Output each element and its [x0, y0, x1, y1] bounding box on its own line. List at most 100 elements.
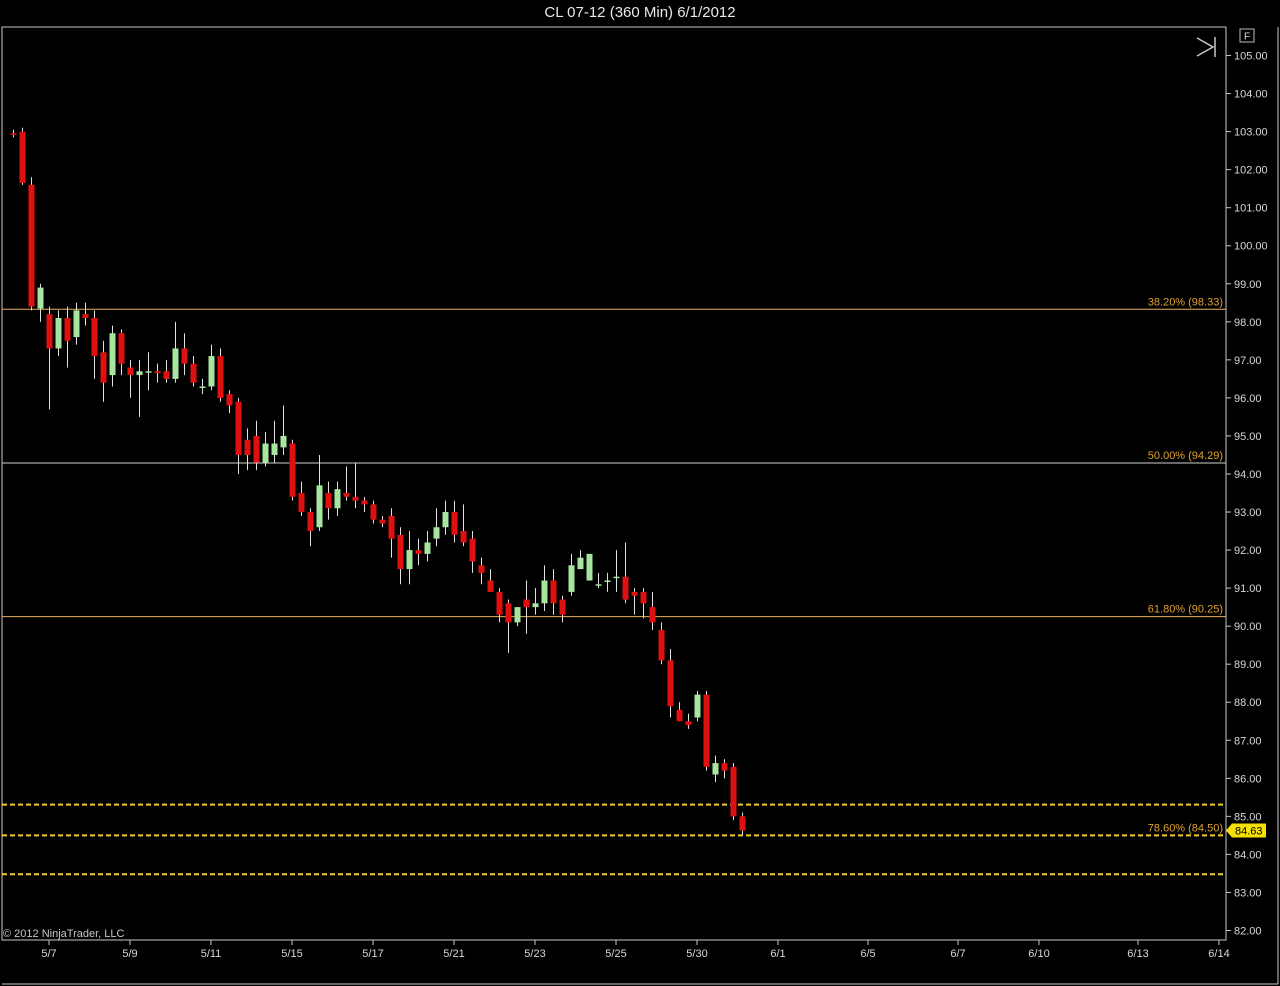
- play-forward-icon[interactable]: [1196, 37, 1216, 57]
- candle[interactable]: [343, 466, 350, 501]
- candle-body: [217, 356, 224, 398]
- candle[interactable]: [109, 325, 116, 387]
- x-tick-label: 5/11: [201, 948, 222, 960]
- candle[interactable]: [730, 763, 737, 821]
- candle[interactable]: [244, 428, 251, 471]
- candle[interactable]: [640, 588, 647, 619]
- candle[interactable]: [325, 481, 332, 520]
- candle[interactable]: [622, 542, 629, 604]
- candle[interactable]: [127, 359, 134, 398]
- candle[interactable]: [595, 572, 602, 589]
- candle[interactable]: [649, 591, 656, 630]
- candle[interactable]: [199, 378, 206, 395]
- candle[interactable]: [10, 129, 17, 138]
- candle[interactable]: [586, 553, 593, 581]
- candle[interactable]: [478, 557, 485, 585]
- candle[interactable]: [262, 432, 269, 467]
- candle[interactable]: [514, 607, 521, 627]
- candle[interactable]: [208, 344, 215, 391]
- candle[interactable]: [19, 127, 26, 185]
- candle[interactable]: [685, 713, 692, 729]
- candle[interactable]: [550, 569, 557, 615]
- candle[interactable]: [64, 306, 71, 368]
- candle[interactable]: [469, 531, 476, 573]
- y-tick-label: 104.00: [1234, 89, 1268, 101]
- candle[interactable]: [271, 420, 278, 463]
- candle[interactable]: [397, 527, 404, 585]
- candle[interactable]: [181, 333, 188, 376]
- candle[interactable]: [406, 531, 413, 585]
- candle[interactable]: [658, 622, 665, 665]
- candle[interactable]: [739, 812, 746, 836]
- candle[interactable]: [352, 462, 359, 509]
- candle[interactable]: [613, 550, 620, 592]
- candle[interactable]: [82, 302, 89, 326]
- candle[interactable]: [703, 690, 710, 771]
- x-tick-label: 5/7: [41, 948, 56, 960]
- candle[interactable]: [388, 508, 395, 558]
- candle[interactable]: [541, 565, 548, 611]
- candle[interactable]: [100, 340, 107, 402]
- x-tick-label: 6/10: [1028, 948, 1049, 960]
- candle[interactable]: [91, 310, 98, 379]
- candle-body: [361, 500, 368, 505]
- candle-body: [550, 580, 557, 604]
- candle[interactable]: [577, 550, 584, 570]
- candle[interactable]: [361, 496, 368, 513]
- y-tick-label: 83.00: [1234, 887, 1262, 899]
- candle[interactable]: [379, 515, 386, 528]
- candle[interactable]: [676, 702, 683, 722]
- candle-body: [739, 816, 746, 831]
- candle[interactable]: [631, 588, 638, 615]
- candle[interactable]: [604, 572, 611, 592]
- candle[interactable]: [442, 500, 449, 535]
- candle[interactable]: [145, 352, 152, 391]
- candle[interactable]: [307, 508, 314, 547]
- candle[interactable]: [217, 348, 224, 402]
- y-tick-label: 90.00: [1234, 621, 1262, 633]
- candle[interactable]: [532, 588, 539, 615]
- candle[interactable]: [559, 595, 566, 623]
- candle[interactable]: [163, 359, 170, 383]
- y-tick-label: 85.00: [1234, 811, 1262, 823]
- candle-body: [379, 519, 386, 524]
- candle-body: [649, 607, 656, 623]
- candle[interactable]: [154, 363, 161, 383]
- candle-body: [415, 550, 422, 554]
- candle[interactable]: [433, 508, 440, 547]
- candle[interactable]: [37, 283, 44, 322]
- candle[interactable]: [424, 531, 431, 562]
- candle-body: [577, 557, 584, 570]
- candle[interactable]: [370, 500, 377, 524]
- candle[interactable]: [523, 580, 530, 634]
- candle[interactable]: [118, 329, 125, 376]
- candle[interactable]: [55, 310, 62, 357]
- candle[interactable]: [568, 553, 575, 596]
- candle[interactable]: [190, 356, 197, 387]
- candle[interactable]: [316, 454, 323, 532]
- candle-body: [181, 348, 188, 364]
- candle[interactable]: [667, 648, 674, 718]
- candle[interactable]: [280, 405, 287, 455]
- y-tick-label: 95.00: [1234, 431, 1262, 443]
- candle[interactable]: [415, 538, 422, 566]
- candle[interactable]: [451, 500, 458, 543]
- candle[interactable]: [28, 177, 35, 311]
- price-chart[interactable]: 38.20% (98.33) 50.00% (94.29) 61.80% (90.2…: [0, 0, 1280, 986]
- candle[interactable]: [226, 390, 233, 414]
- candle[interactable]: [712, 755, 719, 783]
- y-tick-label: 82.00: [1234, 925, 1262, 937]
- candle[interactable]: [334, 481, 341, 516]
- candle[interactable]: [136, 359, 143, 417]
- candle[interactable]: [496, 588, 503, 623]
- candle[interactable]: [298, 481, 305, 516]
- candle[interactable]: [505, 599, 512, 653]
- candle-body: [667, 660, 674, 707]
- candle[interactable]: [721, 759, 728, 779]
- candle[interactable]: [289, 439, 296, 501]
- candle[interactable]: [172, 321, 179, 383]
- candle[interactable]: [487, 569, 494, 592]
- candle[interactable]: [694, 690, 701, 722]
- candle[interactable]: [460, 504, 467, 547]
- candle[interactable]: [46, 306, 53, 410]
